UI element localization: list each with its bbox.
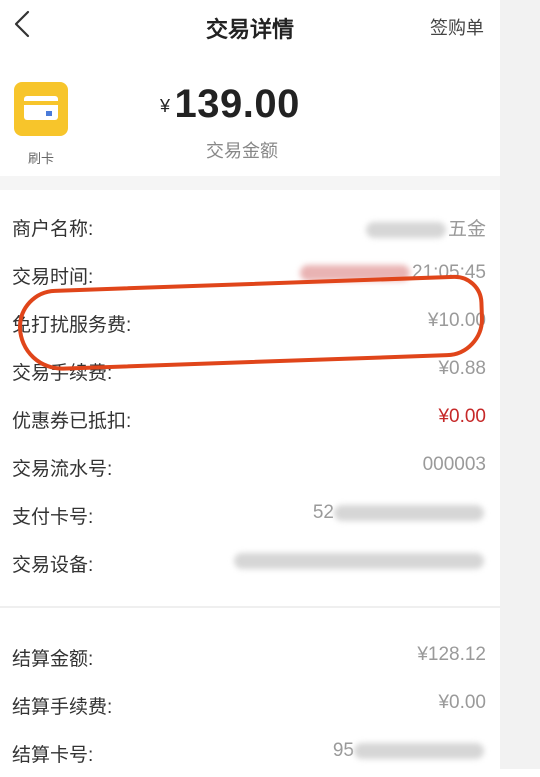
redacted-blur: [365, 221, 446, 238]
row-label: 结算金额:: [12, 649, 94, 670]
section-divider: [0, 176, 500, 190]
row-value: ¥128.12: [417, 644, 486, 665]
row-label: 商户名称:: [12, 219, 94, 240]
amount-caption: 交易金额: [206, 141, 278, 161]
receipt-link[interactable]: 签购单: [430, 14, 484, 40]
detail-row-coupon: 优惠券已抵扣: ¥0.00: [0, 396, 500, 443]
detail-row-serial: 交易流水号: 000003: [0, 444, 500, 491]
payment-type-label: 刷卡: [27, 151, 54, 166]
transaction-amount: ¥139.00: [160, 82, 300, 127]
side-margin: [500, 0, 540, 769]
settlement-row-fee: 结算手续费: ¥0.00: [0, 682, 500, 729]
row-value: [234, 550, 486, 572]
row-label: 交易手续费:: [12, 363, 113, 384]
row-value: ¥0.00: [438, 406, 486, 427]
row-label: 结算卡号:: [12, 745, 94, 766]
settlement-row-card: 结算卡号: 95: [0, 730, 500, 777]
row-value: ¥10.00: [427, 310, 486, 331]
detail-row-merchant: 商户名称: 五金: [0, 204, 500, 251]
row-value: ¥0.00: [438, 692, 486, 713]
row-label: 交易时间:: [12, 267, 94, 288]
row-label: 免打扰服务费:: [12, 315, 132, 336]
row-label: 优惠券已抵扣:: [12, 411, 132, 432]
section-divider: [0, 606, 500, 608]
detail-row-time: 交易时间: 21:05:45: [0, 252, 500, 299]
redacted-blur: [300, 264, 411, 281]
nav-bar: 交易详情 签购单: [0, 0, 500, 52]
transaction-detail-screen: 交易详情 签购单 刷卡 ¥139.00 交易金额 商户名称: 五金 交易时间: …: [0, 0, 500, 769]
redacted-blur: [234, 552, 484, 569]
detail-row-fee: 交易手续费: ¥0.88: [0, 348, 500, 395]
row-label: 支付卡号:: [12, 507, 94, 528]
row-value: 21:05:45: [300, 262, 486, 284]
detail-row-card-number: 支付卡号: 52: [0, 492, 500, 539]
row-label: 交易流水号:: [12, 459, 113, 480]
currency-symbol: ¥: [160, 95, 171, 116]
detail-row-device: 交易设备:: [0, 540, 500, 587]
amount-header: 刷卡 ¥139.00 交易金额: [0, 52, 500, 174]
row-value: 95: [333, 740, 486, 762]
redacted-blur: [334, 504, 484, 521]
row-value: 五金: [365, 214, 486, 241]
redacted-blur: [354, 742, 484, 759]
settlement-row-amount: 结算金额: ¥128.12: [0, 634, 500, 681]
row-label: 结算手续费:: [12, 697, 113, 718]
amount-value: 139.00: [174, 82, 300, 126]
page-title: 交易详情: [205, 17, 294, 42]
card-swipe-icon: [14, 82, 68, 136]
row-value: 000003: [422, 454, 486, 475]
row-value: 52: [313, 502, 486, 524]
row-label: 交易设备:: [12, 555, 94, 576]
detail-row-service-fee: 免打扰服务费: ¥10.00: [0, 300, 500, 347]
row-value: ¥0.88: [438, 358, 486, 379]
